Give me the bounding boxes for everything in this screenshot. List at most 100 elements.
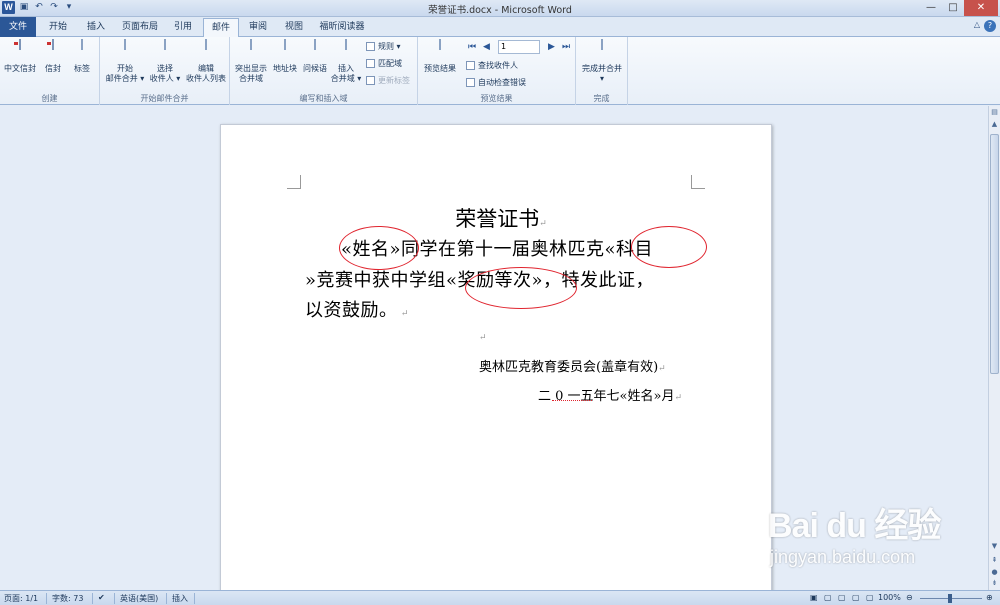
greeting-line-icon [304,39,326,62]
vertical-scrollbar[interactable]: ▤ ▲ ▼ ⇞ ● ⇟ [988,106,1000,590]
find-recipient-icon [466,61,475,70]
window-title: 荣誉证书.docx - Microsoft Word [428,5,572,16]
group-start-mail-merge-label: 开始邮件合并 [140,94,189,103]
select-recipients-button[interactable]: 选择 收件人 ▾ [146,39,184,84]
ruler-toggle-icon[interactable]: ▤ [989,108,1000,116]
full-screen-reading-icon[interactable]: ▢ [824,593,832,602]
find-recipient-button[interactable]: 查找收件人 [466,60,518,71]
rules-label: 规则 ▾ [378,42,401,51]
tab-home[interactable]: 开始 [40,18,76,36]
ribbon-collapse-icon[interactable]: △ [974,20,980,29]
finish-merge-label-2: ▾ [599,74,604,83]
preview-results-icon [429,39,451,62]
find-recipient-label: 查找收件人 [478,61,518,70]
edit-recipient-list-button[interactable]: 编辑 收件人列表 [184,39,228,84]
annotation-circle-subject-field [631,226,707,268]
status-separator [166,593,167,604]
update-labels-button[interactable]: 更新标签 [366,75,410,86]
signature-line[interactable]: 奥林匹克教育委员会(盖章有效)↵ [479,356,666,375]
start-mail-merge-label-2: 邮件合并 ▾ [105,74,145,83]
select-recipients-label-2: 收件人 ▾ [149,74,181,83]
group-start-mail-merge: 开始 邮件合并 ▾ 选择 收件人 ▾ 编辑 收件人列表 开始邮件合并 [100,37,230,105]
insert-merge-field-button[interactable]: 插入 合并域 ▾ [330,39,362,84]
print-layout-view-icon[interactable]: ▣ [810,593,818,602]
ribbon-tab-bar: 文件 开始 插入 页面布局 引用 邮件 审阅 视图 福昕阅读器 △ ? [0,17,1000,38]
web-layout-icon[interactable]: ▢ [838,593,846,602]
outline-view-icon[interactable]: ▢ [852,593,860,602]
insert-merge-field-icon [335,39,357,62]
date-line[interactable]: 二 0 一五年七«姓名»月↵ [538,385,682,404]
edit-recipient-list-label-2: 收件人列表 [186,74,226,83]
minimize-button[interactable]: — [920,0,942,16]
address-block-button[interactable]: 地址块 [270,39,300,74]
paragraph-mark: ↵ [658,364,666,374]
zoom-slider[interactable] [920,593,982,604]
zoom-level[interactable]: 100% [878,593,901,602]
chinese-envelope-label: 中文信封 [4,64,36,73]
tab-foxit-reader[interactable]: 福昕阅读器 [314,18,370,36]
word-count[interactable]: 字数: 73 [52,593,83,604]
close-button[interactable]: ✕ [964,0,998,16]
envelopes-button[interactable]: 信封 [40,39,66,74]
tab-references[interactable]: 引用 [166,18,200,36]
zoom-in-icon[interactable]: ⊕ [986,593,993,602]
document-page[interactable]: 荣誉证书↵ «姓名»同学在第十一届奥林匹克«科目 »竞赛中获中学组«奖励等次»，… [220,124,772,590]
match-fields-button[interactable]: 匹配域 [366,58,402,69]
language-indicator[interactable]: 英语(美国) [120,593,158,604]
labels-icon [71,39,93,62]
previous-record-icon[interactable]: ◀ [483,42,490,52]
help-icon[interactable]: ? [984,20,996,32]
record-number-input[interactable]: 1 [498,40,540,54]
last-record-icon[interactable]: ⏭ [562,42,570,52]
proofing-icon[interactable]: ✔ [98,593,105,602]
labels-button[interactable]: 标签 [68,39,96,74]
previous-page-icon[interactable]: ⇞ [989,556,1000,564]
address-block-icon [274,39,296,62]
finish-merge-label-1: 完成并合并 [582,64,622,73]
next-record-icon[interactable]: ▶ [548,42,555,52]
scroll-down-icon[interactable]: ▼ [989,542,1000,550]
group-write-insert-fields: 突出显示 合并域 地址块 问候语 插入 合并域 ▾ 规则 ▾ 匹配域 更新标签 … [230,37,418,105]
finish-merge-button[interactable]: 完成并合并 ▾ [578,39,626,84]
date-text: 二 0 一五年七«姓名»月 [538,389,675,404]
signature-text: 奥林匹克教育委员会(盖章有效) [479,360,659,375]
chinese-envelope-button[interactable]: 中文信封 [2,39,38,74]
rules-button[interactable]: 规则 ▾ [366,41,401,52]
group-finish-label: 完成 [593,94,610,103]
select-browse-object-icon[interactable]: ● [989,568,1000,576]
preview-results-button[interactable]: 预览结果 [420,39,460,74]
match-fields-label: 匹配域 [378,59,402,68]
draft-view-icon[interactable]: ▢ [866,593,874,602]
highlight-merge-fields-button[interactable]: 突出显示 合并域 [232,39,270,84]
zoom-out-icon[interactable]: ⊖ [906,593,913,602]
insert-mode-indicator[interactable]: 插入 [172,593,188,604]
preview-results-button-label: 预览结果 [424,64,456,73]
group-preview-results: 预览结果 ⏮ ◀ 1 ▶ ⏭ 查找收件人 自动检查错误 预览结果 [418,37,576,105]
greeting-line-button[interactable]: 问候语 [300,39,330,74]
update-labels-icon [366,76,375,85]
auto-check-errors-button[interactable]: 自动检查错误 [466,77,526,88]
paragraph-mark: ↵ [674,393,682,403]
tab-mailings[interactable]: 邮件 [203,18,239,38]
maximize-button[interactable]: □ [942,0,964,16]
scroll-up-icon[interactable]: ▲ [989,120,1000,128]
status-bar: 页面: 1/1 字数: 73 ✔ 英语(美国) 插入 ▣ ▢ ▢ ▢ ▢ 100… [0,590,1000,605]
group-create: 中文信封 信封 标签 创建 [0,37,100,105]
tab-page-layout[interactable]: 页面布局 [116,18,164,36]
next-page-icon[interactable]: ⇟ [989,579,1000,587]
tab-view[interactable]: 视图 [278,18,310,36]
first-record-icon[interactable]: ⏮ [468,42,476,52]
update-labels-label: 更新标签 [378,76,410,85]
auto-check-errors-icon [466,78,475,87]
page-count[interactable]: 页面: 1/1 [4,593,38,604]
body-line-3[interactable]: 以资鼓励。 ↵ [305,296,409,322]
status-separator [46,593,47,604]
empty-paragraph-mark: ↵ [479,333,487,343]
labels-label: 标签 [74,64,90,73]
tab-review[interactable]: 审阅 [242,18,274,36]
tab-insert[interactable]: 插入 [80,18,112,36]
spelling-underline [552,400,592,401]
tab-file[interactable]: 文件 [0,17,36,37]
scrollbar-thumb[interactable] [990,134,999,374]
start-mail-merge-button[interactable]: 开始 邮件合并 ▾ [104,39,146,84]
